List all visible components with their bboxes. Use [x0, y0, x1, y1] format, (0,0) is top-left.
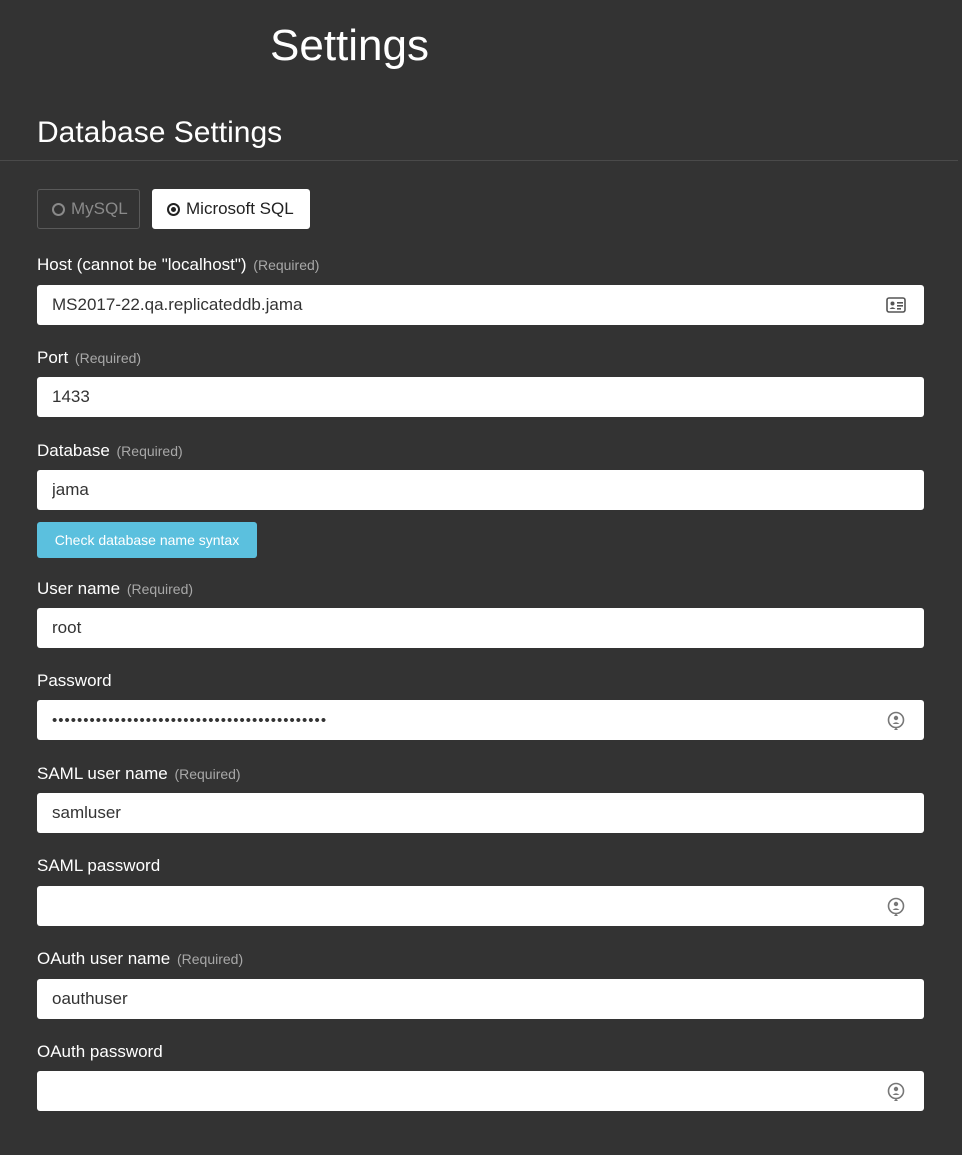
host-label: Host (cannot be "localhost") (Required)	[37, 254, 319, 276]
oauth-password-label: OAuth password	[37, 1041, 163, 1063]
required-tag: (Required)	[253, 257, 320, 273]
password-input[interactable]	[37, 700, 924, 740]
db-type-selector: MySQL Microsoft SQL	[37, 189, 310, 229]
mysql-option-button[interactable]: MySQL	[37, 189, 140, 229]
required-tag: (Required)	[174, 766, 241, 782]
saml-password-label: SAML password	[37, 855, 160, 877]
section-title: Database Settings	[37, 116, 283, 149]
password-manager-icon[interactable]	[886, 1081, 906, 1101]
port-input[interactable]	[37, 377, 924, 417]
port-label: Port (Required)	[37, 347, 141, 369]
username-label-text: User name	[37, 579, 121, 598]
mssql-option-label: Microsoft SQL	[186, 199, 294, 218]
required-tag: (Required)	[126, 581, 194, 597]
port-label-text: Port	[37, 348, 69, 367]
database-input[interactable]	[37, 470, 924, 510]
page-title: Settings	[270, 21, 429, 70]
oauth-username-label: OAuth user name (Required)	[37, 948, 243, 970]
oauth-username-label-text: OAuth user name	[37, 949, 171, 968]
password-manager-icon[interactable]	[886, 896, 906, 916]
oauth-username-input[interactable]	[37, 979, 924, 1019]
password-label-text: Password	[37, 671, 112, 690]
saml-username-input[interactable]	[37, 793, 924, 833]
saml-password-label-text: SAML password	[37, 856, 161, 875]
database-label-text: Database	[37, 441, 110, 460]
check-database-name-button[interactable]: Check database name syntax	[37, 522, 257, 558]
username-label: User name (Required)	[37, 578, 193, 600]
radio-unchecked-icon	[52, 202, 65, 216]
password-label: Password	[37, 670, 112, 692]
oauth-password-label-text: OAuth password	[37, 1042, 163, 1061]
required-tag: (Required)	[74, 350, 142, 366]
saml-password-input[interactable]	[37, 886, 924, 926]
section-divider	[0, 160, 958, 161]
host-input[interactable]	[37, 285, 924, 325]
password-manager-icon[interactable]	[886, 710, 906, 730]
username-input[interactable]	[37, 608, 924, 648]
mysql-option-label: MySQL	[71, 199, 128, 218]
saml-username-label-text: SAML user name	[37, 764, 168, 783]
oauth-password-input[interactable]	[37, 1071, 924, 1111]
contact-card-icon[interactable]	[886, 295, 906, 315]
host-label-text: Host (cannot be "localhost")	[37, 255, 247, 274]
mssql-option-button[interactable]: Microsoft SQL	[152, 189, 310, 229]
saml-username-label: SAML user name (Required)	[37, 763, 241, 785]
radio-checked-icon	[167, 202, 180, 216]
required-tag: (Required)	[116, 443, 183, 459]
database-label: Database (Required)	[37, 440, 183, 462]
required-tag: (Required)	[176, 951, 244, 967]
